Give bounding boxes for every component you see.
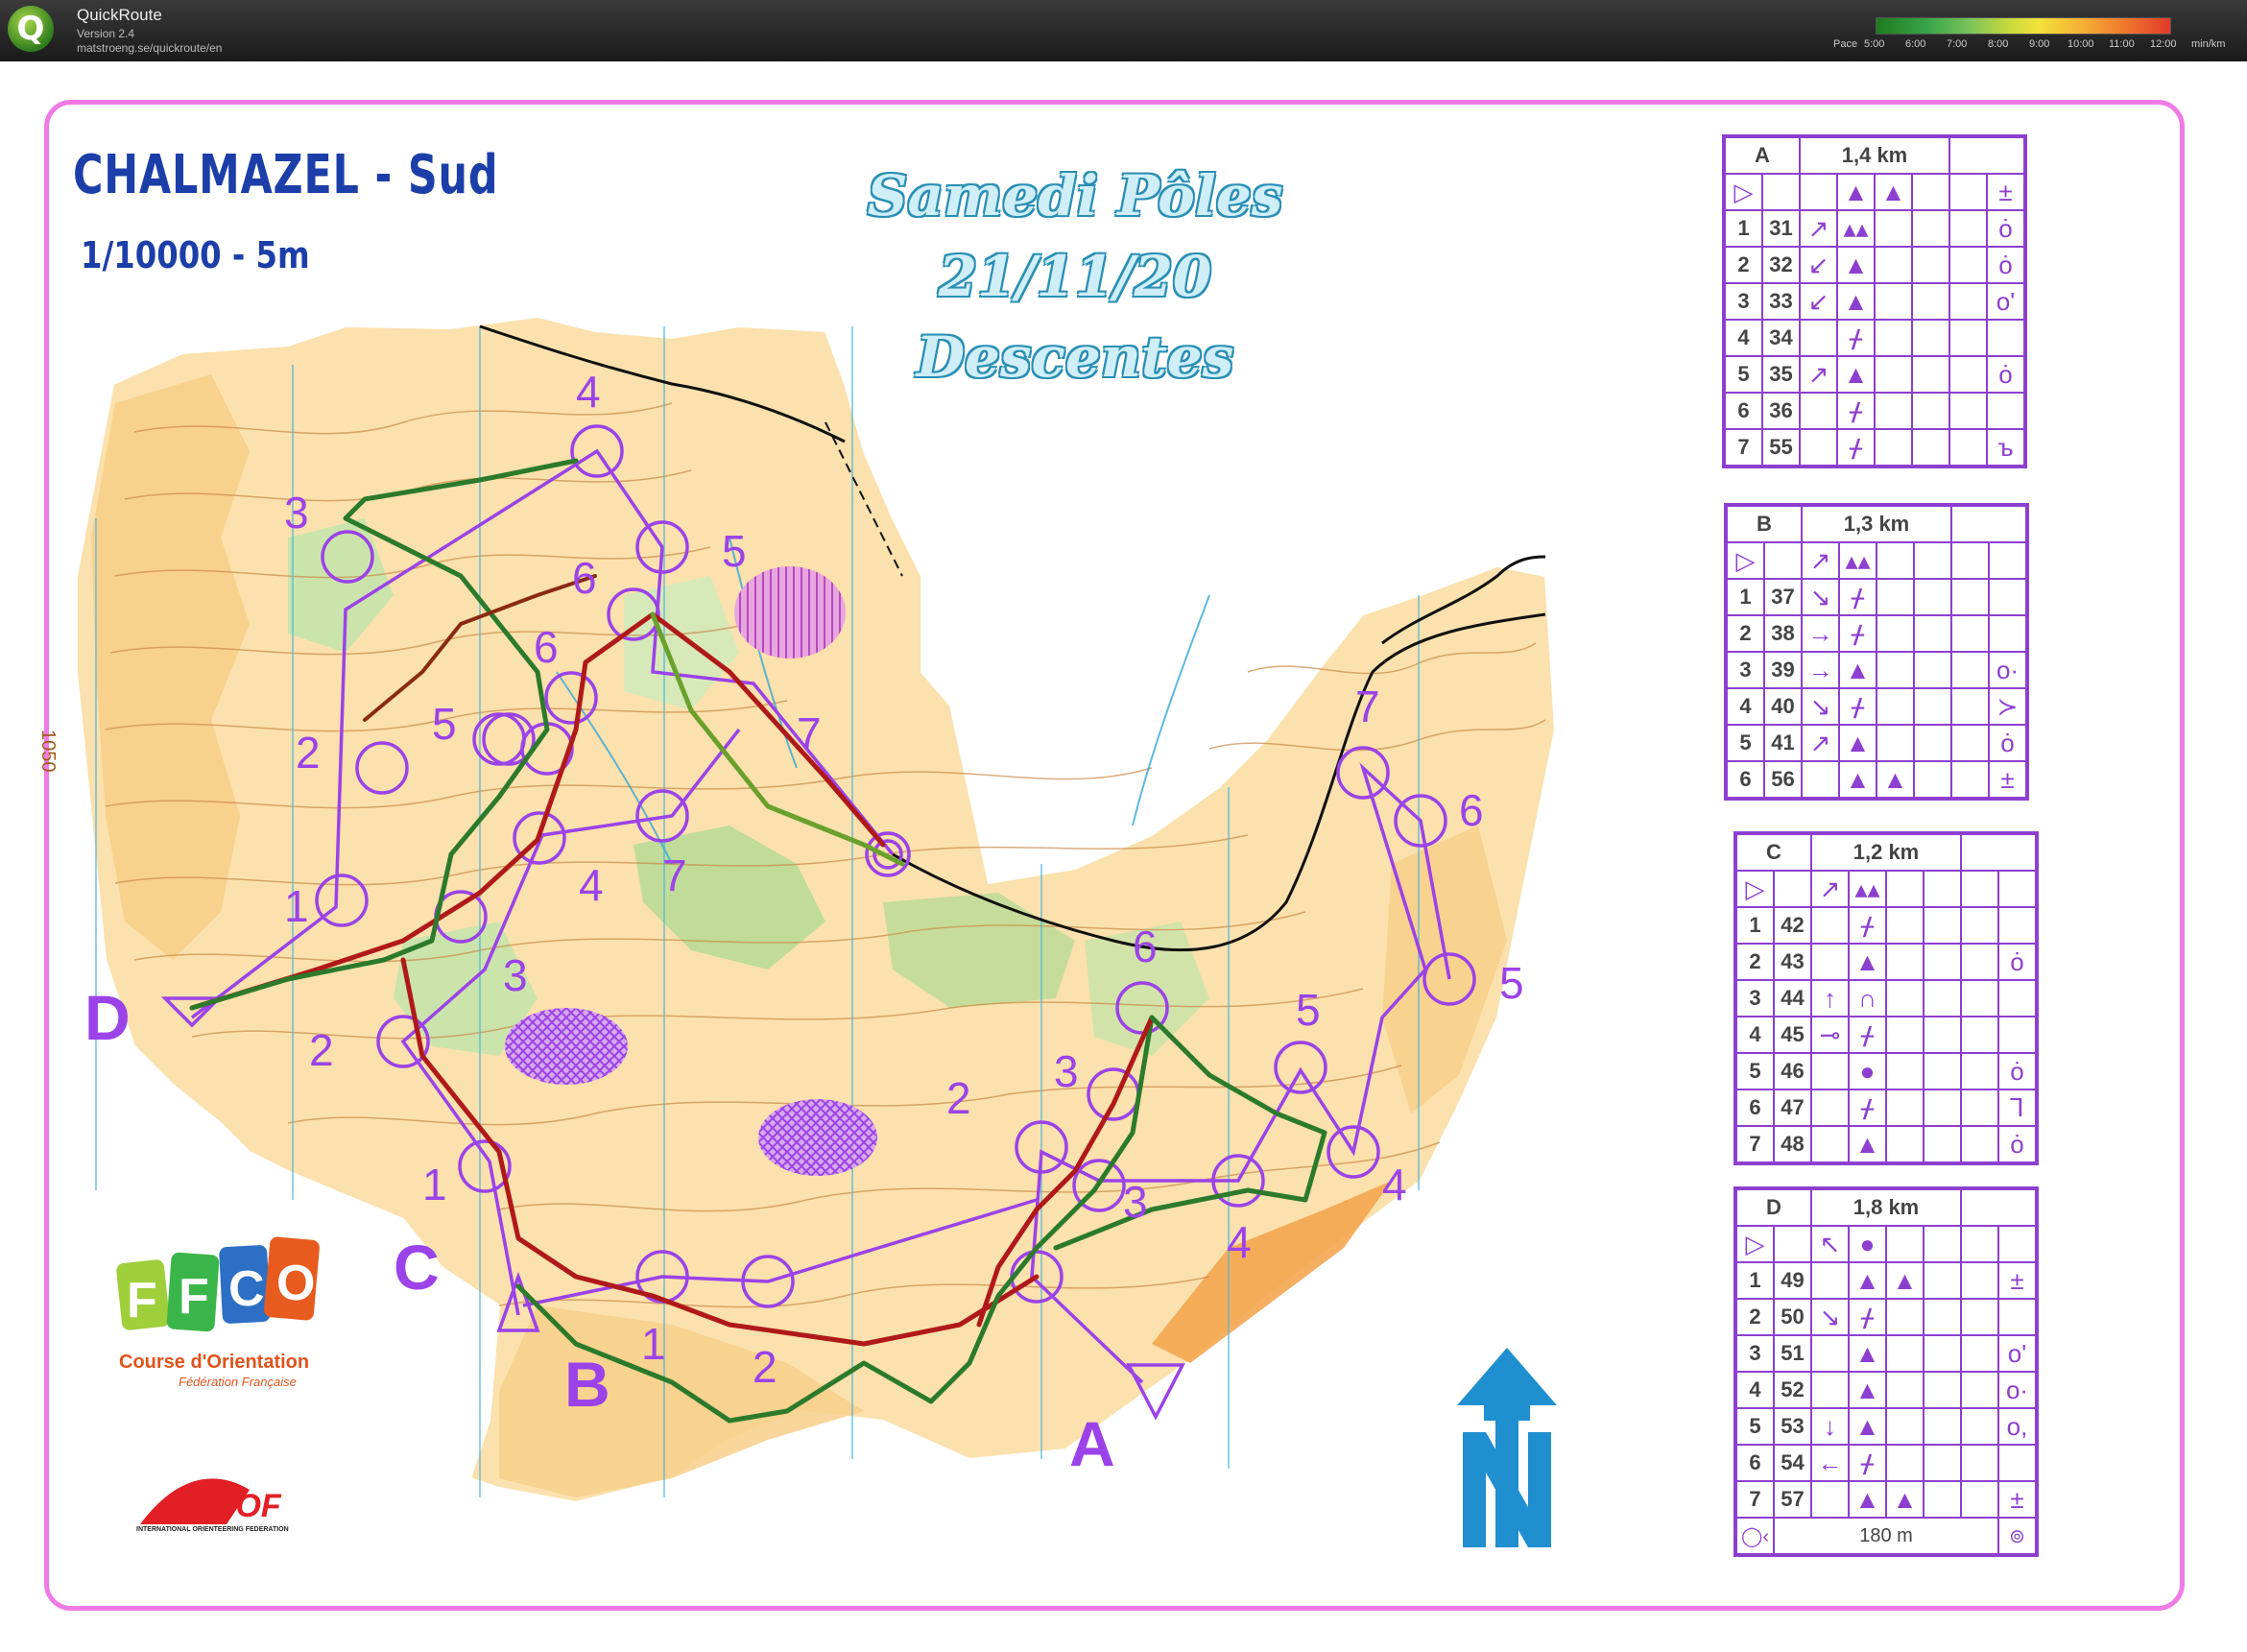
table-row: 6 47 ᚋ ⅂	[1734, 1089, 2038, 1127]
svg-text:6: 6	[534, 622, 559, 672]
svg-text:5: 5	[722, 526, 747, 576]
out-of-bounds-area	[734, 566, 846, 658]
ffco-letter: O	[276, 1256, 315, 1311]
svg-text:7: 7	[797, 708, 822, 758]
course-name: B	[1725, 504, 1803, 543]
table-row: 7 55 ᚋ ъ	[1723, 428, 2026, 467]
course-letter-b: B	[564, 1349, 610, 1420]
svg-text:1: 1	[422, 1160, 447, 1209]
finish-icon: ⊚	[1997, 1517, 2038, 1556]
table-row: 7 57 ▲ ▲ ±	[1734, 1480, 2038, 1519]
course-letter-a: A	[1069, 1408, 1115, 1479]
table-row: 6 36 ᚋ	[1723, 392, 2026, 430]
table-row: 5 46 ● ȯ	[1734, 1052, 2038, 1090]
table-row: 2 43 ▲ ȯ	[1734, 943, 2038, 981]
contour-label: 1050	[37, 730, 59, 773]
svg-text:7: 7	[662, 850, 687, 900]
table-row: 2 38 → ᚋ	[1725, 614, 2028, 653]
open-land	[1382, 826, 1507, 1113]
table-row: 4 45 ⊸ ᚋ	[1734, 1016, 2038, 1054]
course-length: 1,2 km	[1810, 832, 1962, 872]
table-row: 1 42 ᚋ	[1734, 906, 2038, 945]
iof-logo: IOF	[140, 1478, 282, 1524]
finish-distance: 180 m	[1773, 1517, 1999, 1556]
table-row: 3 44 ↑ ∩	[1734, 979, 2038, 1018]
iof-text: IOF	[227, 1488, 282, 1524]
table-row: 1 37 ↘ ᚋ	[1725, 578, 2028, 616]
svg-text:2: 2	[296, 728, 321, 778]
svg-text:4: 4	[1227, 1217, 1252, 1267]
table-row: 5 41 ↗ ▲ ȯ	[1725, 724, 2028, 762]
table-row: 3 39 → ▲ o·	[1725, 651, 2028, 689]
table-row: 3 51 ▲ o'	[1734, 1334, 2038, 1373]
course-length: 1,4 km	[1799, 135, 1950, 175]
ffco-letter: C	[228, 1261, 265, 1317]
table-row: 5 35 ↗ ▲ ȯ	[1723, 355, 2026, 394]
start-icon: ▷	[1734, 1225, 1775, 1263]
table-row: 6 54 ← ᚋ	[1734, 1444, 2038, 1482]
control-description-c: C 1,2 km ▷ ↗ ▴▴ 1 42 ᚋ 2 43 ▲ ȯ 3 44 ↑ ∩ 4 45 ⊸ ᚋ 54…	[1733, 831, 2039, 1165]
svg-text:6: 6	[572, 553, 597, 603]
svg-text:5: 5	[1296, 985, 1321, 1035]
start-icon: ▷	[1725, 541, 1765, 580]
svg-text:2: 2	[946, 1073, 971, 1123]
table-row: 6 56 ▲ ▲ ±	[1725, 760, 2028, 800]
svg-text:2: 2	[309, 1025, 334, 1075]
svg-text:4: 4	[1382, 1160, 1407, 1209]
svg-text:1: 1	[284, 881, 309, 931]
control-description-a: A 1,4 km ▷ ▲ ▲ ± 1 31 ↗ ▴▴ ȯ 2 32 ↙ ▲ ȯ 3 33 ↙ ▲ o' 4…	[1722, 134, 2027, 468]
svg-text:3: 3	[1054, 1046, 1079, 1096]
svg-text:4: 4	[576, 367, 601, 417]
north-arrow-icon	[1457, 1348, 1557, 1547]
course-name: C	[1734, 832, 1812, 872]
table-row: 5 53 ↓ ▲ o,	[1734, 1407, 2038, 1446]
table-row: 4 34 ᚋ	[1723, 319, 2026, 357]
svg-text:3: 3	[503, 950, 528, 1000]
svg-text:6: 6	[1133, 922, 1158, 971]
table-row: 3 33 ↙ ▲ o'	[1723, 282, 2026, 321]
start-icon: ▷	[1734, 870, 1775, 908]
out-of-bounds-area	[505, 1008, 628, 1085]
table-row: 2 32 ↙ ▲ ȯ	[1723, 246, 2026, 284]
table-row: 1 31 ↗ ▴▴ ȯ	[1723, 209, 2026, 248]
course-letter-d: D	[84, 982, 131, 1053]
table-row: 4 52 ▲ o·	[1734, 1371, 2038, 1409]
out-of-bounds-area	[758, 1099, 877, 1176]
svg-text:1: 1	[641, 1319, 666, 1369]
iof-caption: INTERNATIONAL ORIENTEERING FEDERATION	[136, 1526, 289, 1533]
table-row: 1 49 ▲ ▲ ±	[1734, 1261, 2038, 1300]
course-name: D	[1734, 1187, 1812, 1227]
ffco-caption: Course d'Orientation	[119, 1352, 310, 1373]
start-icon: ▷	[1723, 173, 1763, 211]
ffco-letter: F	[179, 1269, 209, 1325]
svg-text:5: 5	[432, 699, 457, 749]
table-row: 7 48 ▲ ȯ	[1734, 1125, 2038, 1164]
control-description-b: B 1,3 km ▷ ↗ ▴▴ 1 37 ↘ ᚋ 2 38 → ᚋ 3 39 → ▲ o· 4 40 ↘ ᚋ…	[1724, 503, 2029, 801]
course-letter-c: C	[394, 1232, 440, 1303]
ffco-subcaption: Fédération Française	[179, 1375, 297, 1389]
ffco-letter: F	[127, 1273, 157, 1329]
table-row: 2 50 ↘ ᚋ	[1734, 1298, 2038, 1336]
table-row: 4 40 ↘ ᚋ ≻	[1725, 687, 2028, 726]
svg-text:3: 3	[1123, 1177, 1148, 1227]
control-description-d: D 1,8 km ▷ ↖ ● 1 49 ▲ ▲ ± 2 50 ↘ ᚋ 3 51 ▲ o' 4 52 ▲ o·…	[1733, 1186, 2039, 1557]
finish-funnel-icon: ◯‹	[1734, 1517, 1775, 1556]
svg-text:7: 7	[1355, 682, 1380, 731]
svg-text:4: 4	[579, 860, 604, 910]
course-length: 1,8 km	[1810, 1187, 1962, 1227]
course-length: 1,3 km	[1801, 504, 1952, 543]
course-name: A	[1723, 135, 1801, 175]
svg-text:3: 3	[284, 488, 309, 538]
svg-text:2: 2	[753, 1342, 777, 1392]
svg-text:6: 6	[1459, 785, 1484, 835]
svg-text:5: 5	[1499, 958, 1524, 1008]
